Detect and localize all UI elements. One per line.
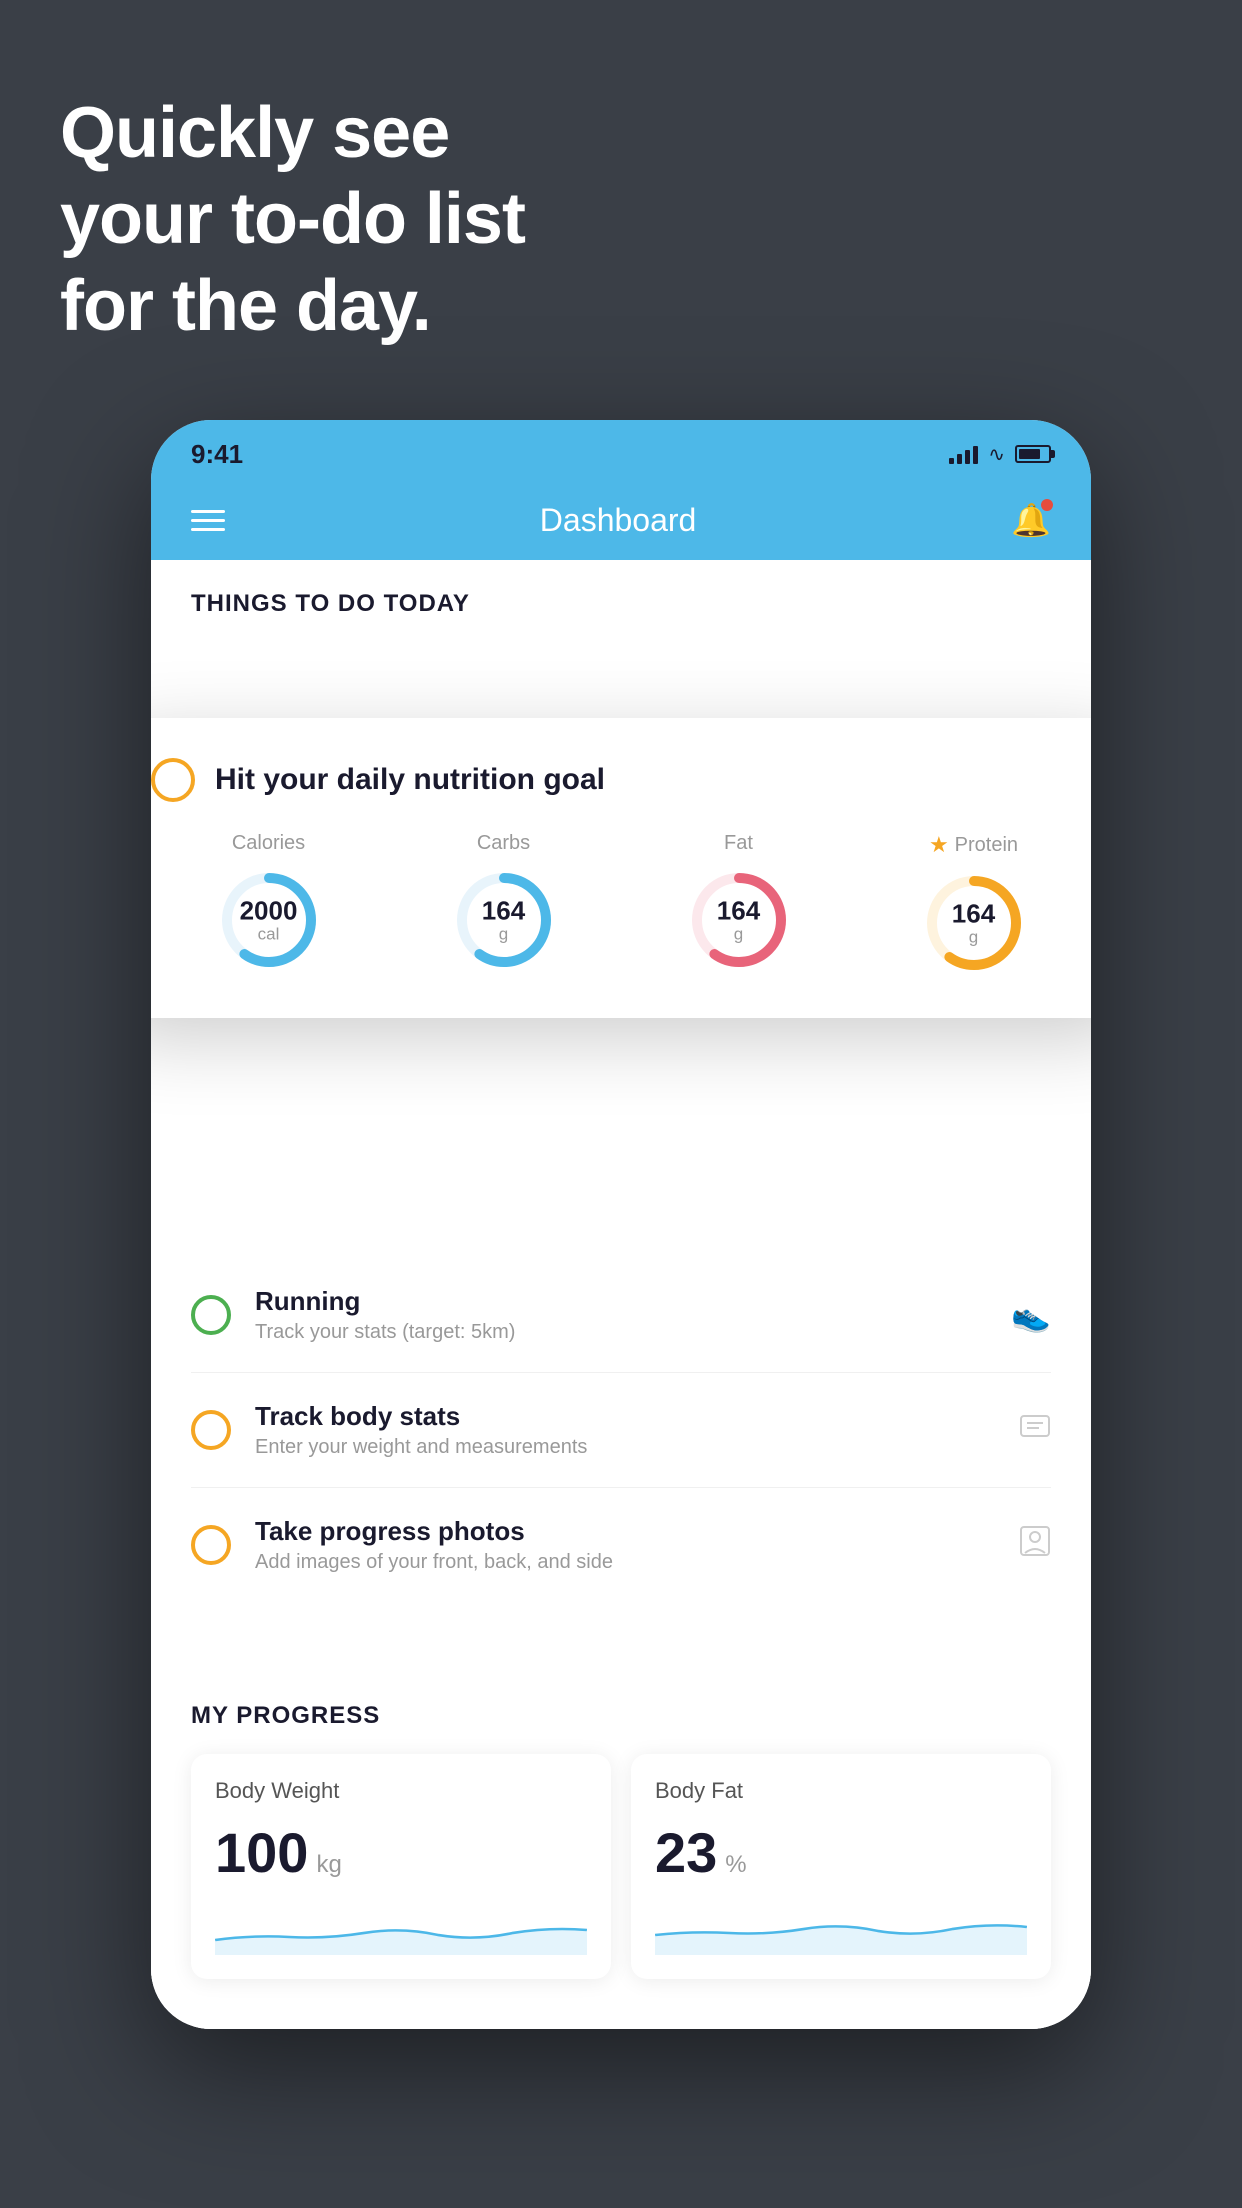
hero-line2: your to-do list: [60, 176, 525, 262]
section-title-today: THINGS TO DO TODAY: [151, 560, 1091, 638]
todo-list: Running Track your stats (target: 5km) 👟…: [151, 1258, 1091, 1602]
progress-section-title: MY PROGRESS: [191, 1702, 1051, 1730]
body-weight-value: 100 kg: [215, 1820, 587, 1885]
nutrition-fat: Fat 164 g: [684, 832, 794, 975]
status-icons: ∿: [949, 442, 1051, 467]
calories-value: 2000: [240, 896, 298, 925]
phone: 9:41 ∿ Dashboard: [151, 420, 1091, 2029]
todo-item-photos[interactable]: Take progress photos Add images of your …: [191, 1488, 1051, 1602]
carbs-donut: 164 g: [449, 865, 559, 975]
wifi-icon: ∿: [988, 442, 1005, 467]
protein-value: 164: [952, 899, 995, 928]
todo-item-running[interactable]: Running Track your stats (target: 5km) 👟: [191, 1258, 1051, 1373]
photos-title: Take progress photos: [255, 1516, 995, 1547]
body-stats-subtitle: Enter your weight and measurements: [255, 1436, 995, 1459]
app-content: THINGS TO DO TODAY Hit your daily nutrit…: [151, 560, 1091, 2029]
status-time: 9:41: [191, 439, 243, 470]
calories-label: Calories: [232, 832, 305, 855]
carbs-value: 164: [482, 896, 525, 925]
nutrition-protein: ★ Protein 164 g: [919, 832, 1029, 978]
scale-icon: [1019, 1410, 1051, 1450]
signal-icon: [949, 444, 978, 464]
nutrition-calories: Calories 2000 cal: [214, 832, 324, 975]
photos-text: Take progress photos Add images of your …: [255, 1516, 995, 1574]
my-progress-section: MY PROGRESS Body Weight 100 kg: [151, 1662, 1091, 2029]
running-icon: 👟: [1011, 1296, 1051, 1334]
nutrition-checkbox[interactable]: [151, 758, 195, 802]
menu-button[interactable]: [191, 510, 225, 531]
running-title: Running: [255, 1286, 987, 1317]
nav-title: Dashboard: [540, 502, 697, 539]
hero-text: Quickly see your to-do list for the day.: [60, 90, 525, 349]
body-weight-card[interactable]: Body Weight 100 kg: [191, 1754, 611, 1979]
status-bar: 9:41 ∿: [151, 420, 1091, 480]
person-icon: [1019, 1525, 1051, 1565]
body-weight-chart: [215, 1905, 587, 1955]
body-stats-text: Track body stats Enter your weight and m…: [255, 1401, 995, 1459]
star-icon: ★: [929, 832, 949, 858]
progress-cards: Body Weight 100 kg: [191, 1754, 1051, 1979]
running-subtitle: Track your stats (target: 5km): [255, 1321, 987, 1344]
fat-donut: 164 g: [684, 865, 794, 975]
calories-donut: 2000 cal: [214, 865, 324, 975]
body-weight-unit: kg: [316, 1851, 341, 1879]
phone-wrapper: 9:41 ∿ Dashboard: [151, 420, 1091, 2029]
body-fat-unit: %: [725, 1851, 746, 1879]
body-fat-value: 23 %: [655, 1820, 1027, 1885]
body-stats-title: Track body stats: [255, 1401, 995, 1432]
nutrition-card-title: Hit your daily nutrition goal: [215, 763, 605, 797]
protein-unit: g: [952, 928, 995, 947]
todo-item-body-stats[interactable]: Track body stats Enter your weight and m…: [191, 1373, 1051, 1488]
calories-unit: cal: [240, 925, 298, 944]
notification-button[interactable]: 🔔: [1011, 501, 1051, 539]
protein-donut: 164 g: [919, 868, 1029, 978]
nutrition-carbs: Carbs 164 g: [449, 832, 559, 975]
photos-checkbox[interactable]: [191, 1525, 231, 1565]
body-fat-card[interactable]: Body Fat 23 %: [631, 1754, 1051, 1979]
carbs-label: Carbs: [477, 832, 530, 855]
hero-line3: for the day.: [60, 263, 525, 349]
body-fat-chart: [655, 1905, 1027, 1955]
hero-line1: Quickly see: [60, 90, 525, 176]
notification-dot: [1041, 499, 1053, 511]
running-text: Running Track your stats (target: 5km): [255, 1286, 987, 1344]
body-fat-number: 23: [655, 1820, 717, 1885]
carbs-unit: g: [482, 925, 525, 944]
body-fat-label: Body Fat: [655, 1778, 1027, 1804]
body-weight-label: Body Weight: [215, 1778, 587, 1804]
photos-subtitle: Add images of your front, back, and side: [255, 1551, 995, 1574]
nutrition-card: Hit your daily nutrition goal Calories: [151, 718, 1091, 1018]
body-weight-number: 100: [215, 1820, 308, 1885]
fat-label: Fat: [724, 832, 753, 855]
body-stats-checkbox[interactable]: [191, 1410, 231, 1450]
fat-value: 164: [717, 896, 760, 925]
protein-label: ★ Protein: [929, 832, 1018, 858]
nutrition-circles: Calories 2000 cal: [151, 832, 1091, 978]
fat-unit: g: [717, 925, 760, 944]
battery-icon: [1015, 445, 1051, 463]
nav-bar: Dashboard 🔔: [151, 480, 1091, 560]
running-checkbox[interactable]: [191, 1295, 231, 1335]
card-header: Hit your daily nutrition goal: [151, 758, 1091, 802]
